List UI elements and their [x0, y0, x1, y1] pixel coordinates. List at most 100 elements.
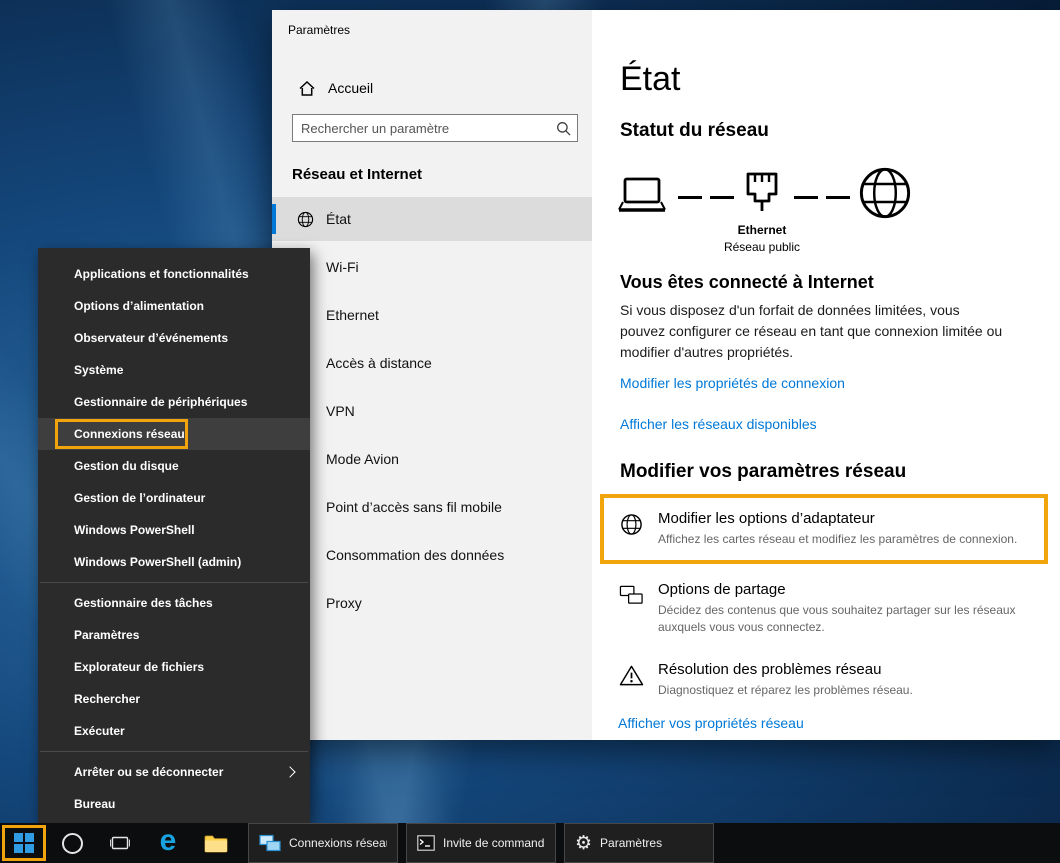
nav-item-etat[interactable]: État — [272, 197, 592, 241]
winx-item-powershell[interactable]: Windows PowerShell — [38, 514, 310, 546]
winx-item-search[interactable]: Rechercher — [38, 683, 310, 715]
winx-label: Applications et fonctionnalités — [74, 267, 249, 281]
warning-triangle-icon — [618, 664, 644, 687]
selected-accent-bar — [272, 204, 276, 234]
winx-item-apps-features[interactable]: Applications et fonctionnalités — [38, 258, 310, 290]
winx-item-disk-management[interactable]: Gestion du disque — [38, 450, 310, 482]
nav-item-hotspot[interactable]: Point d’accès sans fil mobile — [272, 485, 592, 529]
nav-label: Mode Avion — [326, 451, 399, 467]
settings-main: État Statut du réseau Ethernet Réseau pu… — [592, 10, 1060, 740]
edge-icon: e — [160, 829, 177, 853]
home-label: Accueil — [328, 80, 373, 96]
network-status-heading: Statut du réseau — [620, 120, 769, 142]
nav-label: Proxy — [326, 595, 362, 611]
cortana-button[interactable] — [48, 823, 96, 863]
network-kind: Réseau public — [702, 240, 822, 254]
taskbar-app-command-prompt[interactable]: Invite de command — [406, 823, 556, 863]
winx-item-system[interactable]: Système — [38, 354, 310, 386]
action-title: Modifier les options d’adaptateur — [658, 510, 1017, 527]
action-description: Diagnostiquez et réparez les problèmes r… — [658, 682, 913, 699]
winx-item-task-manager[interactable]: Gestionnaire des tâches — [38, 587, 310, 619]
link-show-available-networks[interactable]: Afficher les réseaux disponibles — [620, 416, 817, 432]
home-icon — [298, 79, 316, 97]
nav-item-proxy[interactable]: Proxy — [272, 581, 592, 625]
winx-item-desktop[interactable]: Bureau — [38, 788, 310, 820]
winx-label: Gestion de l’ordinateur — [74, 491, 205, 505]
nav-item-consommation[interactable]: Consommation des données — [272, 533, 592, 577]
folder-icon — [204, 834, 228, 853]
taskbar-app-label: Invite de command — [443, 836, 544, 850]
sharing-icon — [618, 584, 644, 606]
nav-item-wifi[interactable]: Wi-Fi — [272, 245, 592, 289]
winx-label: Bureau — [74, 797, 115, 811]
winx-item-device-manager[interactable]: Gestionnaire de périphériques — [38, 386, 310, 418]
winx-item-event-viewer[interactable]: Observateur d’événements — [38, 322, 310, 354]
nav-item-vpn[interactable]: VPN — [272, 389, 592, 433]
settings-search-box — [292, 114, 578, 142]
action-text: Options de partage Décidez des contenus … — [658, 581, 1016, 636]
task-view-icon — [110, 835, 130, 851]
nav-label: Point d’accès sans fil mobile — [326, 499, 502, 515]
action-sharing-options[interactable]: Options de partage Décidez des contenus … — [618, 581, 1042, 636]
command-prompt-icon — [417, 835, 435, 851]
winx-item-powershell-admin[interactable]: Windows PowerShell (admin) — [38, 546, 310, 578]
network-connections-icon — [259, 834, 281, 852]
connection-labels: Ethernet Réseau public — [702, 223, 822, 254]
settings-nav: État Wi-Fi Ethernet Accès à distance VPN… — [272, 197, 592, 629]
nav-item-mode-avion[interactable]: Mode Avion — [272, 437, 592, 481]
link-change-connection-properties[interactable]: Modifier les propriétés de connexion — [620, 375, 845, 391]
settings-sidebar: Paramètres Accueil Réseau et Internet Ét… — [272, 10, 592, 740]
winx-label: Windows PowerShell (admin) — [74, 555, 241, 569]
winx-label: Paramètres — [74, 628, 139, 642]
window-title: Paramètres — [288, 23, 350, 37]
nav-item-acces-distance[interactable]: Accès à distance — [272, 341, 592, 385]
sidebar-heading: Réseau et Internet — [292, 166, 422, 183]
winx-item-run[interactable]: Exécuter — [38, 715, 310, 747]
winx-item-network-connections[interactable]: Connexions réseau — [38, 418, 310, 450]
winx-item-settings[interactable]: Paramètres — [38, 619, 310, 651]
menu-divider — [40, 751, 308, 752]
ethernet-connector-icon — [742, 170, 782, 216]
nav-label: Ethernet — [326, 307, 379, 323]
task-view-button[interactable] — [96, 823, 144, 863]
connected-heading: Vous êtes connecté à Internet — [620, 272, 874, 293]
action-change-adapter-options[interactable]: Modifier les options d’adaptateur Affich… — [600, 494, 1048, 564]
action-description: Affichez les cartes réseau et modifiez l… — [658, 531, 1017, 548]
chevron-right-icon — [284, 766, 295, 777]
start-button[interactable] — [0, 823, 48, 863]
action-network-troubleshooter[interactable]: Résolution des problèmes réseau Diagnost… — [618, 661, 1042, 699]
taskbar-app-label: Connexions réseau — [289, 836, 387, 850]
link-view-network-properties[interactable]: Afficher vos propriétés réseau — [618, 715, 804, 731]
taskbar-app-network-connections[interactable]: Connexions réseau — [248, 823, 398, 863]
windows-logo-icon — [14, 833, 34, 853]
nav-label: Accès à distance — [326, 355, 432, 371]
winx-label: Arrêter ou se déconnecter — [74, 765, 223, 779]
edge-button[interactable]: e — [144, 823, 192, 863]
nav-item-ethernet[interactable]: Ethernet — [272, 293, 592, 337]
sidebar-item-home[interactable]: Accueil — [272, 70, 592, 106]
winx-item-power-options[interactable]: Options d’alimentation — [38, 290, 310, 322]
search-input[interactable] — [293, 121, 549, 136]
winx-label: Gestionnaire de périphériques — [74, 395, 247, 409]
winx-label: Rechercher — [74, 692, 140, 706]
search-icon[interactable] — [549, 121, 577, 136]
globe-icon — [296, 210, 314, 228]
winx-label: Options d’alimentation — [74, 299, 204, 313]
action-text: Résolution des problèmes réseau Diagnost… — [658, 661, 913, 699]
winx-label: Gestionnaire des tâches — [74, 596, 213, 610]
file-explorer-button[interactable] — [192, 823, 240, 863]
menu-divider — [40, 582, 308, 583]
action-text: Modifier les options d’adaptateur Affich… — [658, 510, 1017, 548]
network-name: Ethernet — [702, 223, 822, 237]
nav-label: Wi-Fi — [326, 259, 359, 275]
winx-label: Gestion du disque — [74, 459, 179, 473]
taskbar-app-settings[interactable]: ⚙ Paramètres — [564, 823, 714, 863]
winx-item-computer-management[interactable]: Gestion de l’ordinateur — [38, 482, 310, 514]
winx-label: Explorateur de fichiers — [74, 660, 204, 674]
winx-item-file-explorer[interactable]: Explorateur de fichiers — [38, 651, 310, 683]
laptop-icon — [616, 175, 668, 217]
gear-icon: ⚙ — [575, 834, 592, 853]
winx-item-shutdown[interactable]: Arrêter ou se déconnecter — [38, 756, 310, 788]
action-title: Options de partage — [658, 581, 1016, 598]
connection-line — [678, 196, 734, 199]
